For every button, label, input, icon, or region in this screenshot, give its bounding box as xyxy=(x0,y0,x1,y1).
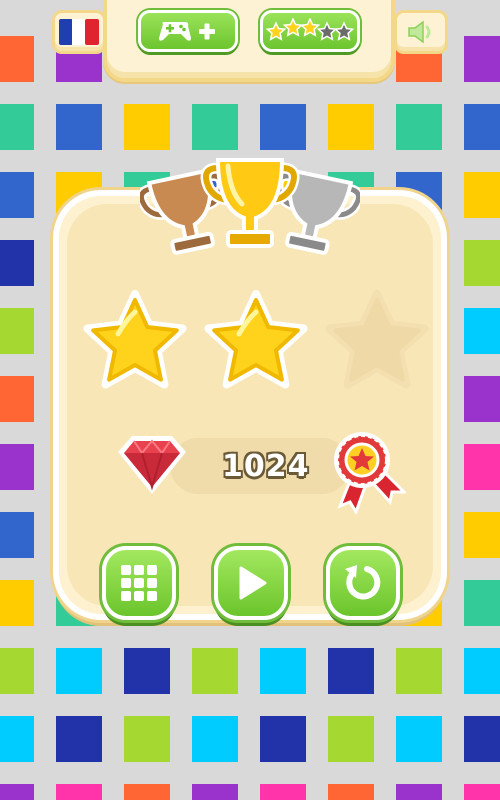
score-value: 1024 xyxy=(222,449,310,484)
rate-star-filled-icon xyxy=(266,21,287,41)
background-tile xyxy=(124,648,170,694)
background-tile xyxy=(192,104,238,150)
rate-star-empty-icon xyxy=(333,21,354,41)
gold-trophy-icon xyxy=(200,158,300,248)
background-tile xyxy=(0,716,34,762)
sound-button[interactable] xyxy=(394,10,448,54)
background-tile xyxy=(0,444,34,490)
rate-star-filled-icon xyxy=(282,18,304,37)
background-tile xyxy=(0,104,34,150)
background-tile xyxy=(464,512,500,558)
background-tile xyxy=(56,648,102,694)
background-tile xyxy=(260,784,306,800)
background-tile xyxy=(328,648,374,694)
background-tile xyxy=(396,716,442,762)
background-tile xyxy=(396,104,442,150)
background-tile xyxy=(464,784,500,800)
background-tile xyxy=(0,172,34,218)
background-tile xyxy=(328,784,374,800)
star-rosette-icon xyxy=(334,432,406,514)
background-tile xyxy=(0,376,34,422)
star-earned-2 xyxy=(204,290,308,389)
background-tile xyxy=(464,376,500,422)
add-game-button[interactable] xyxy=(138,10,238,52)
background-tile xyxy=(56,784,102,800)
background-tile xyxy=(396,648,442,694)
background-tile xyxy=(464,444,500,490)
background-tile xyxy=(0,308,34,354)
level-grid-icon xyxy=(121,565,157,601)
background-tile xyxy=(464,648,500,694)
background-tile xyxy=(0,240,34,286)
background-tile xyxy=(124,104,170,150)
background-tile xyxy=(0,648,34,694)
replay-icon xyxy=(345,565,381,600)
background-tile xyxy=(0,784,34,800)
star-empty-3 xyxy=(325,290,429,389)
rate-button[interactable] xyxy=(260,10,360,52)
background-tile xyxy=(464,716,500,762)
replay-button[interactable] xyxy=(326,546,400,620)
play-icon xyxy=(239,566,267,600)
rate-star-filled-icon xyxy=(299,18,321,37)
background-tile xyxy=(328,716,374,762)
background-tile xyxy=(464,580,500,626)
ruby-heart-icon xyxy=(118,436,186,494)
background-tile xyxy=(192,784,238,800)
background-tile xyxy=(192,648,238,694)
rating-stars-icon xyxy=(266,18,354,41)
background-tile xyxy=(464,172,500,218)
flag-france-icon xyxy=(59,19,99,45)
background-tile xyxy=(260,716,306,762)
background-tile xyxy=(328,104,374,150)
play-button[interactable] xyxy=(214,546,288,620)
language-button[interactable] xyxy=(52,10,106,54)
background-tile xyxy=(56,104,102,150)
background-tile xyxy=(396,784,442,800)
rate-star-empty-icon xyxy=(316,21,338,41)
gamepad-plus-icon xyxy=(159,22,215,41)
background-tile xyxy=(124,716,170,762)
background-tile xyxy=(464,240,500,286)
background-tile xyxy=(260,648,306,694)
background-tile xyxy=(464,308,500,354)
background-tile xyxy=(56,716,102,762)
background-tile xyxy=(0,512,34,558)
trophies-group xyxy=(140,158,360,255)
background-tile xyxy=(0,580,34,626)
background-tile xyxy=(124,784,170,800)
background-tile xyxy=(464,104,500,150)
background-tile xyxy=(192,716,238,762)
background-tile xyxy=(260,104,306,150)
background-tile xyxy=(0,36,34,82)
background-tile xyxy=(464,36,500,82)
star-earned-1 xyxy=(83,290,187,389)
speaker-icon xyxy=(408,20,431,44)
level-select-button[interactable] xyxy=(102,546,176,620)
